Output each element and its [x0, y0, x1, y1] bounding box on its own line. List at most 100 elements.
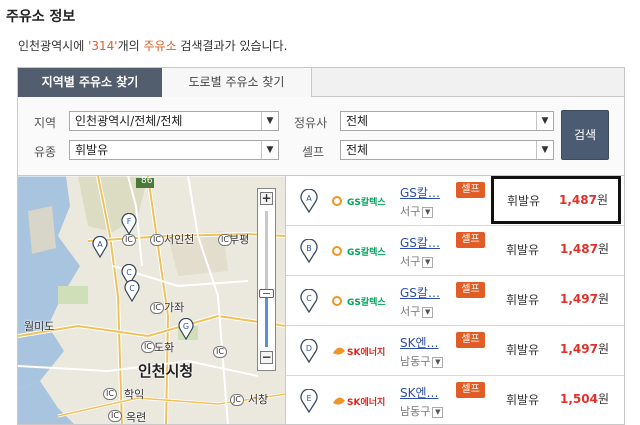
map-pin-icon[interactable]: E — [300, 389, 318, 413]
chevron-down-icon[interactable]: ▼ — [422, 256, 434, 268]
tab-bar: 지역별 주유소 찾기 도로별 주유소 찾기 — [18, 68, 624, 97]
map-label-bupyeong: 부평 — [229, 233, 250, 246]
company-select-value: 전체 — [346, 114, 369, 128]
station-district: 서구 ▼ — [400, 203, 434, 219]
map-label-mido: 월미도 — [24, 320, 55, 333]
zoom-out-button[interactable]: − — [260, 351, 273, 364]
self-select-value: 전체 — [346, 143, 369, 157]
chevron-down-icon[interactable]: ▼ — [422, 306, 434, 318]
fuel-price: 1,487원 — [559, 191, 608, 208]
map-label-city-hall: 인천시청 — [138, 362, 194, 380]
map-pin-icon[interactable]: B — [300, 239, 318, 263]
station-district: 서구 ▼ — [400, 303, 434, 319]
fuel-select-value: 휘발유 — [75, 143, 109, 157]
station-name-link[interactable]: GS칼… — [400, 184, 440, 201]
map-pin-g[interactable]: G — [178, 318, 194, 340]
chevron-down-icon[interactable]: ▼ — [432, 356, 444, 368]
svg-text:GS칼텍스: GS칼텍스 — [347, 246, 386, 258]
ic-marker: IC — [150, 302, 164, 314]
svg-text:C: C — [306, 294, 312, 303]
page-title: 주유소 정보 — [6, 9, 76, 25]
self-service-badge: 셀프 — [456, 382, 485, 398]
zoom-slider-handle[interactable] — [259, 289, 274, 298]
station-district: 서구 ▼ — [400, 253, 434, 269]
region-select-value: 인천광역시/전체/전체 — [75, 114, 183, 128]
map-pin-c[interactable]: C — [124, 280, 140, 302]
map-label-dohwa: 도화 — [154, 341, 175, 354]
map-label-seoinchon: 서인천 — [164, 233, 195, 246]
result-summary: 인천광역시에 '314'개의 주유소 검색결과가 있습니다. — [18, 37, 287, 54]
map-pin-icon[interactable]: D — [300, 339, 318, 363]
station-row[interactable]: A GS칼텍스 GS칼… 서구 ▼ 셀프 휘발유 1,487원 — [286, 176, 624, 226]
map-pin-icon[interactable]: A — [300, 189, 318, 213]
fuel-price: 1,497원 — [560, 340, 609, 357]
station-row[interactable]: C GS칼텍스 GS칼… 서구 ▼ 셀프 휘발유 1,497원 — [286, 276, 624, 326]
region-select[interactable]: 인천광역시/전체/전체 ▼ — [69, 111, 279, 131]
map-label-okryeon: 옥련 — [126, 411, 147, 424]
svg-text:GS칼텍스: GS칼텍스 — [347, 296, 386, 308]
price-unit: 원 — [597, 392, 609, 406]
company-select[interactable]: 전체 ▼ — [340, 111, 554, 131]
summary-mid: 개의 — [117, 39, 144, 53]
summary-suffix: 검색결과가 있습니다. — [176, 39, 288, 53]
fuel-type: 휘발유 — [506, 243, 540, 257]
price-unit: 원 — [596, 193, 608, 207]
chevron-down-icon: ▼ — [261, 112, 278, 130]
station-name-link[interactable]: GS칼… — [400, 234, 440, 251]
search-button[interactable]: 검색 — [561, 110, 609, 160]
station-name-link[interactable]: SK엔… — [400, 334, 439, 351]
ic-marker: IC — [122, 234, 136, 246]
map-pin-a[interactable]: A — [92, 236, 108, 258]
station-name-link[interactable]: SK엔… — [400, 384, 439, 401]
chevron-down-icon[interactable]: ▼ — [432, 406, 444, 418]
self-service-badge: 셀프 — [456, 182, 485, 198]
station-map[interactable]: 86 월미도 인천시청 학익 옥련 서인천 부평 가좌 도화 서창 IC IC … — [18, 176, 286, 424]
map-pin-icon[interactable]: C — [300, 289, 318, 313]
price-value: 1,497 — [559, 342, 598, 356]
map-label-haksik: 학익 — [124, 388, 145, 401]
self-service-badge: 셀프 — [456, 232, 485, 248]
district-label: 서구 — [400, 305, 421, 318]
summary-keyword: 주유소 — [143, 39, 177, 53]
fuel-price: 1,487원 — [560, 240, 609, 257]
station-row[interactable]: D SK에너지 SK엔… 남동구 ▼ 셀프 휘발유 1,497원 — [286, 326, 624, 376]
district-label: 서구 — [400, 205, 421, 218]
fuel-select[interactable]: 휘발유 ▼ — [69, 140, 279, 160]
zoom-in-button[interactable]: + — [260, 192, 273, 205]
fuel-type: 휘발유 — [506, 393, 540, 407]
map-zoom-control: + − — [257, 188, 276, 371]
station-name-link[interactable]: GS칼… — [400, 284, 440, 301]
map-label-gajwa: 가좌 — [164, 301, 185, 314]
map-pin-f[interactable]: F — [121, 213, 137, 235]
map-pin-letter: A — [97, 240, 103, 249]
self-service-badge: 셀프 — [456, 332, 485, 348]
self-select[interactable]: 전체 ▼ — [340, 140, 554, 160]
map-label-seochang: 서창 — [248, 393, 269, 406]
fuel-price: 1,504원 — [560, 390, 609, 407]
fuel-type: 휘발유 — [507, 194, 541, 208]
map-label-route: 86 — [141, 176, 153, 186]
station-search-panel: 지역별 주유소 찾기 도로별 주유소 찾기 지역 인천광역시/전체/전체 ▼ 정… — [17, 67, 625, 425]
price-box: 휘발유 1,487원 — [493, 228, 619, 272]
station-row[interactable]: E SK에너지 SK엔… 남동구 ▼ 셀프 휘발유 1,504원 — [286, 376, 624, 424]
brand-logo: SK에너지 — [331, 341, 387, 361]
svg-text:SK에너지: SK에너지 — [347, 346, 385, 358]
chevron-down-icon: ▼ — [536, 141, 553, 159]
price-unit: 원 — [597, 242, 609, 256]
district-label: 남동구 — [400, 355, 431, 368]
brand-logo: SK에너지 — [331, 391, 387, 411]
tab-region-search[interactable]: 지역별 주유소 찾기 — [18, 68, 162, 97]
company-label: 정유사 — [294, 116, 328, 130]
tab-road-search[interactable]: 도로별 주유소 찾기 — [162, 68, 312, 97]
ic-marker: IC — [103, 388, 117, 400]
self-service-badge: 셀프 — [456, 282, 485, 298]
ic-marker: IC — [150, 234, 164, 246]
price-unit: 원 — [597, 292, 609, 306]
fuel-label: 유종 — [34, 145, 57, 159]
chevron-down-icon[interactable]: ▼ — [422, 206, 434, 218]
svg-text:A: A — [306, 194, 312, 203]
brand-logo: GS칼텍스 — [331, 241, 387, 261]
ic-marker: IC — [213, 346, 227, 358]
svg-text:E: E — [306, 394, 311, 403]
station-row[interactable]: B GS칼텍스 GS칼… 서구 ▼ 셀프 휘발유 1,487원 — [286, 226, 624, 276]
